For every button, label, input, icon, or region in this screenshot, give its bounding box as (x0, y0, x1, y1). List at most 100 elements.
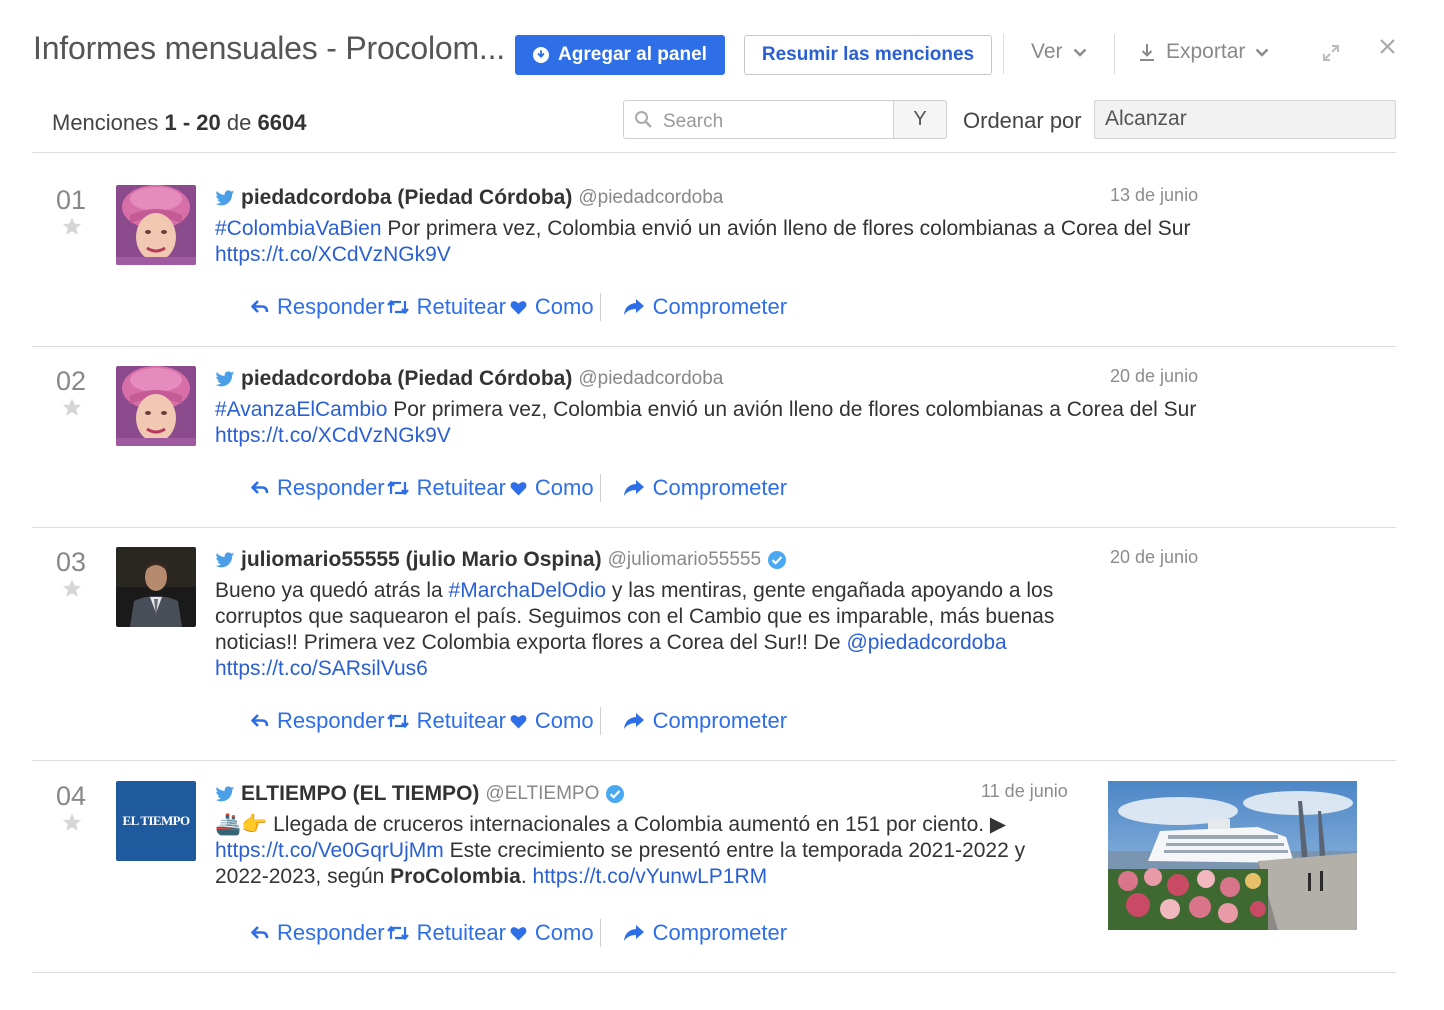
view-menu-label: Ver (1031, 40, 1063, 63)
text-segment: Por primera vez, Colombia envió un avión… (381, 217, 1191, 240)
mention-date: 20 de junio (1110, 547, 1199, 567)
url-link[interactable]: https://t.co/Ve0GqrUjMm (215, 839, 444, 862)
twitter-icon (215, 785, 235, 801)
text-segment: Por primera vez, Colombia envió un avión… (387, 398, 1197, 421)
engage-button[interactable]: Comprometer (623, 708, 787, 734)
retweet-button[interactable]: Retuitear (386, 708, 506, 734)
like-button[interactable]: Como (510, 920, 594, 946)
avatar[interactable] (116, 185, 196, 265)
mention-link[interactable]: @piedadcordoba (846, 631, 1006, 654)
y-operator-button[interactable]: Y (893, 100, 947, 139)
retweet-label: Retuitear (416, 920, 506, 945)
sort-select[interactable]: Alcanzar (1094, 100, 1396, 139)
view-menu[interactable]: Ver (1031, 40, 1087, 64)
author-handle[interactable]: @piedadcordoba (578, 187, 723, 209)
like-label: Como (534, 920, 594, 945)
mention-text: 🚢👉 Llegada de cruceros internacionales a… (215, 812, 1075, 890)
mention-content: piedadcordoba (Piedad Córdoba) @piedadco… (215, 366, 1205, 449)
action-divider (599, 293, 601, 321)
add-to-panel-button[interactable]: Agregar al panel (515, 35, 725, 75)
like-button[interactable]: Como (510, 708, 594, 734)
hashtag-link[interactable]: #MarchaDelOdio (449, 579, 607, 602)
text-segment: . (520, 865, 533, 888)
twitter-icon (215, 370, 235, 386)
reply-button[interactable]: Responder (251, 294, 385, 320)
reply-button[interactable]: Responder (251, 920, 385, 946)
url-link[interactable]: https://t.co/SARsilVus6 (215, 657, 428, 680)
engage-button[interactable]: Comprometer (623, 920, 787, 946)
author-handle[interactable]: @piedadcordoba (578, 368, 723, 390)
divider (32, 527, 1396, 528)
url-link[interactable]: https://t.co/vYunwLP1RM (533, 865, 768, 888)
reply-button[interactable]: Responder (251, 475, 385, 501)
verified-badge-icon (606, 785, 625, 803)
author-name[interactable]: piedadcordoba (Piedad Córdoba) (241, 367, 572, 391)
twitter-icon (215, 189, 235, 205)
engage-label: Comprometer (652, 294, 788, 319)
engage-button[interactable]: Comprometer (623, 294, 787, 320)
author-name[interactable]: piedadcordoba (Piedad Córdoba) (241, 186, 572, 210)
expand-icon[interactable] (1322, 44, 1340, 67)
add-to-panel-label: Agregar al panel (558, 44, 707, 65)
retweet-label: Retuitear (416, 708, 506, 733)
author-name[interactable]: ELTIEMPO (EL TIEMPO) (241, 782, 479, 806)
reply-button[interactable]: Responder (251, 708, 385, 734)
share-arrow-icon (623, 299, 644, 315)
author-name[interactable]: juliomario55555 (julio Mario Ospina) (241, 548, 602, 572)
retweet-button[interactable]: Retuitear (386, 920, 506, 946)
retweet-button[interactable]: Retuitear (386, 294, 506, 320)
cruise-ship-thumbnail[interactable] (1108, 781, 1357, 930)
share-arrow-icon (623, 925, 644, 941)
heart-icon (510, 481, 527, 495)
author-handle[interactable]: @ELTIEMPO (485, 783, 599, 805)
retweet-button[interactable]: Retuitear (386, 475, 506, 501)
action-divider (599, 919, 601, 947)
like-label: Como (534, 475, 594, 500)
star-icon[interactable] (62, 813, 82, 837)
author-line: piedadcordoba (Piedad Córdoba) @piedadco… (215, 185, 1205, 211)
star-icon[interactable] (62, 217, 82, 241)
retweet-icon (386, 925, 409, 941)
avatar[interactable] (116, 366, 196, 446)
author-handle[interactable]: @juliomario55555 (608, 549, 761, 571)
export-menu[interactable]: Exportar (1138, 40, 1269, 64)
search-field[interactable] (623, 100, 894, 139)
like-label: Como (534, 294, 594, 319)
retweet-icon (386, 480, 409, 496)
heart-icon (510, 714, 527, 728)
text-segment-bold: ProColombia (390, 865, 521, 888)
avatar[interactable] (116, 547, 196, 627)
url-link[interactable]: https://t.co/XCdVzNGk9V (215, 243, 451, 266)
text-segment: 🚢👉 Llegada de cruceros internacionales a… (215, 813, 1007, 836)
hashtag-link[interactable]: #ColombiaVaBien (215, 217, 382, 240)
star-icon[interactable] (62, 579, 82, 603)
mention-number: 02 (56, 366, 87, 396)
share-arrow-icon (623, 480, 644, 496)
download-icon (1140, 44, 1154, 61)
like-button[interactable]: Como (510, 294, 594, 320)
mention-date: 20 de junio (1110, 366, 1199, 386)
engage-button[interactable]: Comprometer (623, 475, 787, 501)
mention-date: 13 de junio (1110, 185, 1199, 205)
heart-icon (510, 926, 527, 940)
star-icon[interactable] (62, 398, 82, 422)
export-menu-label: Exportar (1166, 40, 1246, 63)
action-divider (599, 474, 601, 502)
hashtag-link[interactable]: #AvanzaElCambio (215, 398, 387, 421)
search-input[interactable] (663, 110, 863, 133)
close-icon[interactable] (1379, 38, 1396, 60)
chevron-down-icon (1256, 48, 1269, 57)
download-circle-icon (533, 47, 550, 63)
header-divider (1114, 34, 1115, 74)
mention-number: 01 (56, 185, 87, 215)
like-button[interactable]: Como (510, 475, 594, 501)
mention-number: 03 (56, 547, 87, 577)
mention-date: 11 de junio (981, 781, 1068, 801)
mentions-total: 6604 (257, 110, 307, 135)
report-title: Informes mensuales - Procolom... (33, 30, 505, 66)
summarize-mentions-button[interactable]: Resumir las menciones (744, 35, 992, 75)
reply-label: Responder (277, 294, 385, 319)
mention-text: #AvanzaElCambio Por primera vez, Colombi… (215, 397, 1205, 449)
avatar[interactable]: EL TIEMPO (116, 781, 196, 861)
url-link[interactable]: https://t.co/XCdVzNGk9V (215, 424, 451, 447)
